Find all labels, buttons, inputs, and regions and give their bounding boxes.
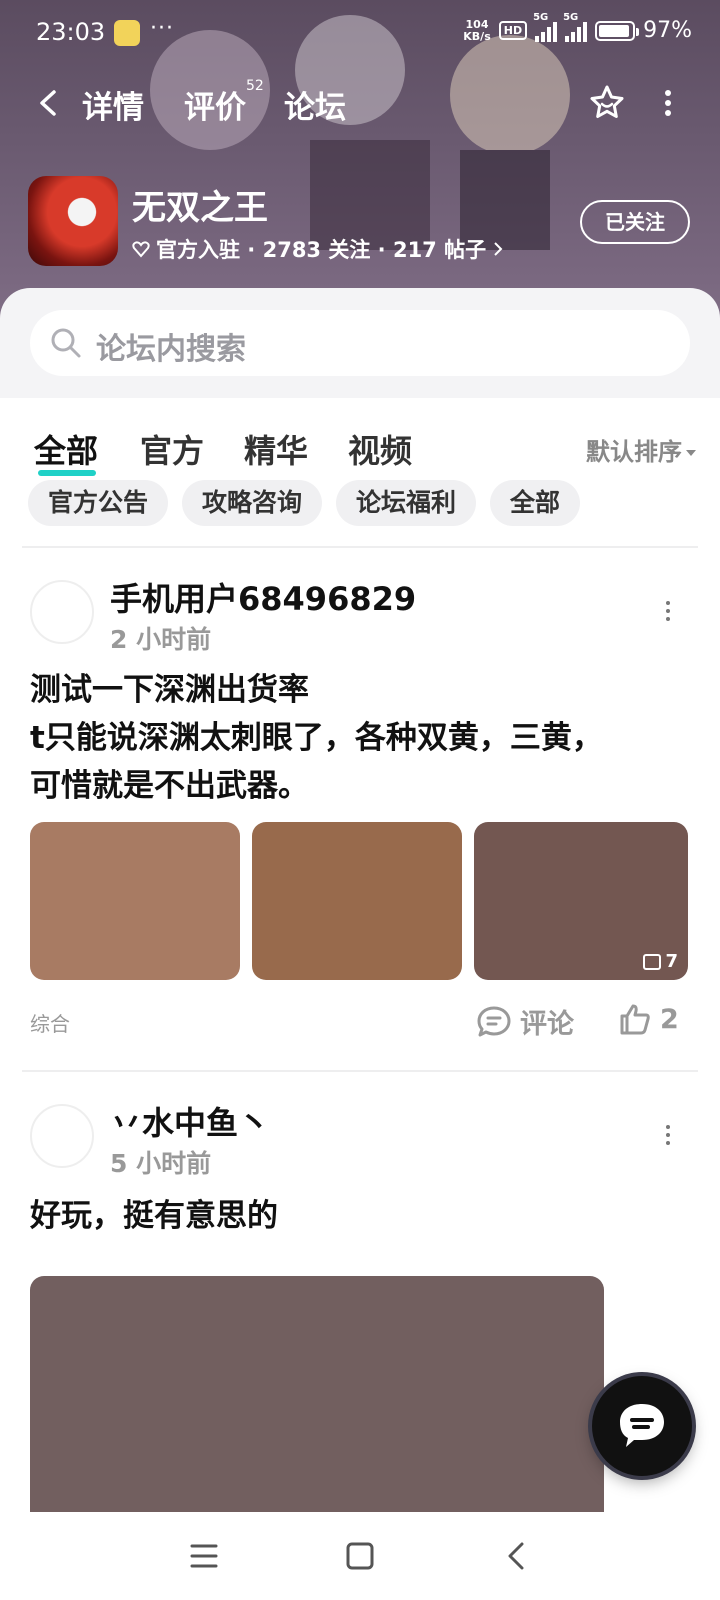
post-image[interactable] (30, 822, 240, 980)
status-bar: 23:03 ··· 104 KB/s HD 5G 5G 97% (0, 0, 720, 64)
search-input[interactable]: 论坛内搜索 (30, 310, 690, 376)
app-notification-icon (114, 20, 140, 46)
post-text[interactable]: 好玩，挺有意思的 (30, 1192, 690, 1240)
divider (22, 546, 698, 548)
post-tag[interactable]: 综合 (30, 1008, 70, 1037)
filter-tab-official[interactable]: 官方 (140, 426, 204, 472)
game-meta-text: 官方入驻 · 2783 关注 · 217 帖子 (156, 238, 487, 262)
avatar[interactable] (30, 580, 94, 644)
post-more-icon[interactable] (664, 600, 672, 622)
signal-icon: 5G (563, 12, 588, 42)
chip-guides[interactable]: 攻略咨询 (182, 480, 323, 526)
comment-button[interactable]: 评论 (476, 1002, 574, 1041)
post-more-icon[interactable] (664, 1124, 672, 1146)
comment-label: 评论 (520, 1009, 574, 1040)
menu-icon[interactable] (184, 1536, 224, 1576)
hd-voice-icon: HD (498, 21, 528, 40)
category-chips: 官方公告 攻略咨询 论坛福利 全部 (28, 480, 581, 526)
game-icon[interactable] (28, 176, 118, 266)
post-username[interactable]: 手机用户68496829 (110, 574, 416, 620)
comment-icon (477, 1006, 511, 1036)
tab-review-label: 评价 (184, 90, 246, 126)
signal-icon: 5G (533, 12, 558, 42)
game-title: 无双之王 (132, 188, 268, 228)
review-count: 52 (246, 78, 264, 94)
back-icon[interactable] (496, 1536, 536, 1576)
sort-dropdown[interactable]: 默认排序 (586, 432, 696, 467)
tab-detail[interactable]: 详情 (82, 82, 144, 127)
tab-forum-label: 论坛 (284, 90, 346, 126)
search-placeholder: 论坛内搜索 (96, 332, 246, 367)
search-icon (51, 328, 81, 358)
like-button[interactable]: 2 (618, 1002, 679, 1036)
tab-forum[interactable]: 论坛 (284, 82, 360, 131)
like-count: 2 (660, 1003, 679, 1035)
favorite-star-icon[interactable] (586, 82, 628, 124)
filter-tab-all[interactable]: 全部 (34, 426, 98, 476)
game-meta[interactable]: 官方入驻 · 2783 关注 · 217 帖子 (132, 234, 504, 264)
post-time: 5 小时前 (110, 1149, 212, 1178)
top-nav: 详情 评价 52 论坛 (0, 72, 720, 136)
post-image[interactable]: 7 (474, 822, 688, 980)
more-notifications-indicator: ··· (150, 16, 174, 41)
chevron-right-icon (494, 242, 503, 256)
post-username[interactable]: 丷水中鱼丶 (110, 1098, 270, 1144)
image-count-badge: 7 (643, 951, 678, 972)
tab-review[interactable]: 评价 52 (184, 78, 264, 127)
chip-all[interactable]: 全部 (490, 480, 581, 526)
more-options-icon[interactable] (660, 88, 676, 118)
network-speed: 104 KB/s (463, 17, 491, 43)
image-icon (643, 953, 662, 970)
post-image[interactable] (30, 1276, 604, 1536)
divider (22, 1070, 698, 1072)
filter-tab-featured[interactable]: 精华 (244, 426, 308, 472)
chip-welfare[interactable]: 论坛福利 (336, 480, 477, 526)
post-text[interactable]: 测试一下深渊出货率 t只能说深渊太刺眼了，各种双黄，三黄， 可惜就是不出武器。 (30, 666, 690, 810)
filter-tab-video[interactable]: 视频 (348, 426, 412, 472)
follow-button[interactable]: 已关注 (580, 200, 690, 244)
battery-percentage: 97% (643, 18, 692, 43)
post-image[interactable] (252, 822, 462, 980)
thumbs-up-icon (620, 1004, 650, 1035)
battery-icon (595, 20, 640, 41)
heart-shield-icon (132, 241, 150, 258)
back-arrow-icon[interactable] (34, 88, 64, 118)
avatar[interactable] (30, 1104, 94, 1168)
post-time: 2 小时前 (110, 625, 212, 654)
home-square-icon[interactable] (340, 1536, 380, 1576)
clock: 23:03 (36, 18, 106, 46)
system-nav-bar (0, 1512, 720, 1600)
chat-bubble-icon (620, 1404, 664, 1447)
forum-content: 全部 官方 精华 视频 默认排序 官方公告 攻略咨询 论坛福利 全部 手机用户6… (0, 398, 720, 1536)
chip-announcements[interactable]: 官方公告 (28, 480, 169, 526)
filter-tabs: 全部 官方 精华 视频 默认排序 (0, 412, 720, 476)
chat-fab[interactable] (586, 1370, 698, 1482)
